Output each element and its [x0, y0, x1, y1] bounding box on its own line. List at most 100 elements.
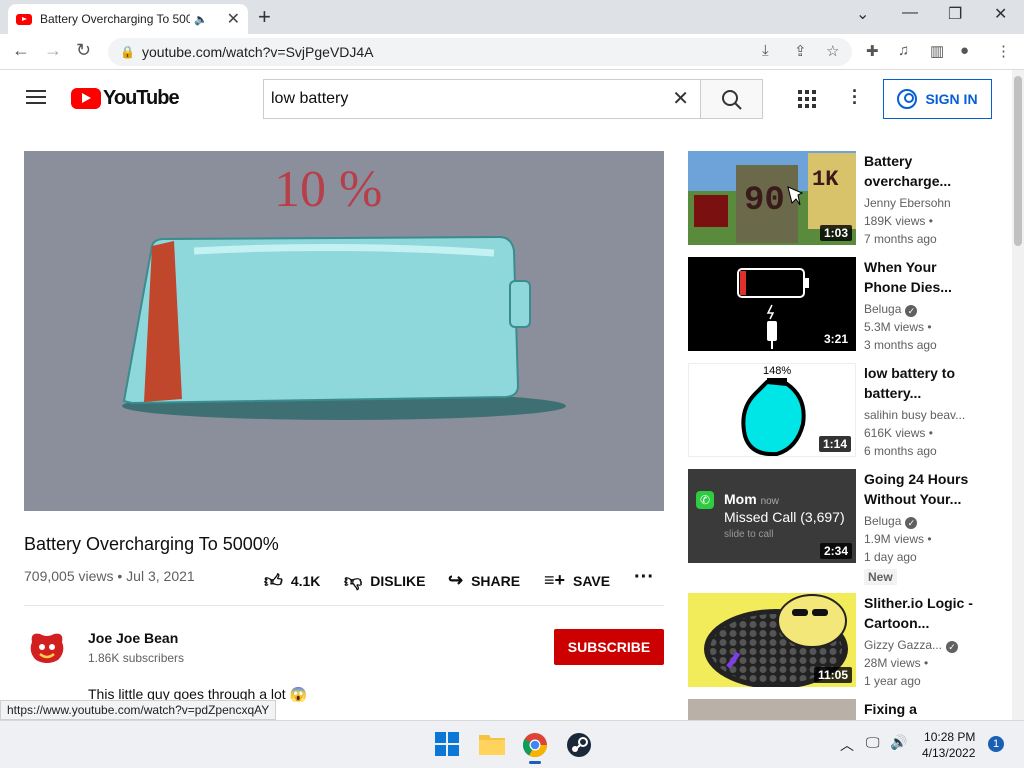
- related-channel[interactable]: Gizzy Gazza... ✓: [864, 638, 959, 653]
- file-explorer-icon[interactable]: [478, 731, 506, 759]
- channel-name-text: Beluga: [864, 514, 902, 528]
- related-age: 1 year ago: [864, 674, 921, 688]
- new-tab-button[interactable]: +: [258, 4, 271, 30]
- like-button[interactable]: 👍︎ 4.1K: [264, 570, 320, 592]
- related-views: 5.3M views •: [864, 320, 932, 334]
- related-channel[interactable]: Beluga ✓: [864, 514, 918, 529]
- channel-name[interactable]: Joe Joe Bean: [88, 630, 178, 646]
- related-title[interactable]: Going 24 Hours Without Your...: [864, 469, 974, 509]
- install-icon[interactable]: ⤓: [762, 42, 769, 59]
- like-count: 4.1K: [290, 573, 321, 589]
- forward-button[interactable]: →: [44, 40, 62, 61]
- show-hidden-icons-icon[interactable]: ︿: [840, 735, 854, 755]
- back-button[interactable]: ←: [12, 40, 30, 61]
- volume-icon[interactable]: 🔊: [890, 734, 907, 751]
- media-control-icon[interactable]: ♫: [898, 42, 909, 59]
- video-duration: 1:14: [818, 436, 851, 452]
- speaker-icon[interactable]: 🔈: [194, 13, 208, 26]
- youtube-logo[interactable]: YouTube: [71, 87, 180, 110]
- related-age: 3 months ago: [864, 338, 937, 352]
- video-title: Battery Overcharging To 5000%: [24, 534, 279, 554]
- minimize-button[interactable]: —: [902, 4, 918, 22]
- side-panel-icon[interactable]: ▥: [930, 42, 944, 60]
- video-thumbnail[interactable]: ✆ Mom now Missed Call (3,697) slide to c…: [688, 469, 856, 563]
- battery-illustration: 10 %: [122, 161, 566, 420]
- related-title[interactable]: Battery overcharge...: [864, 151, 974, 191]
- tab-search-icon[interactable]: ⌄: [856, 4, 869, 24]
- video-duration: 11:05: [813, 667, 852, 683]
- related-video[interactable]: 11:05 Slither.io Logic - Cartoon... Gizz…: [688, 593, 1008, 689]
- related-title[interactable]: When Your Phone Dies...: [864, 257, 974, 297]
- extensions-icon[interactable]: ✚: [866, 42, 879, 60]
- phone-app-icon: ✆: [696, 491, 714, 509]
- video-thumbnail[interactable]: [688, 699, 856, 720]
- close-tab-icon[interactable]: ✕: [227, 9, 240, 29]
- verified-check-icon: ✓: [946, 641, 959, 653]
- restore-button[interactable]: ❐: [948, 4, 962, 24]
- related-channel[interactable]: Beluga ✓: [864, 302, 918, 317]
- share-arrow-icon: ↪: [448, 570, 464, 590]
- search-button[interactable]: [700, 79, 763, 119]
- close-window-button[interactable]: ✕: [994, 4, 1007, 24]
- steam-icon[interactable]: [565, 731, 593, 759]
- new-badge: New: [864, 569, 897, 585]
- video-player[interactable]: 10 %: [24, 151, 664, 511]
- subscribe-button[interactable]: SUBSCRIBE: [554, 629, 664, 665]
- share-label: SHARE: [471, 572, 521, 589]
- related-title[interactable]: low battery to battery...: [864, 363, 974, 403]
- related-title[interactable]: Slither.io Logic - Cartoon...: [864, 593, 974, 633]
- address-bar[interactable]: 🔒 youtube.com/watch?v=SvjPgeVDJ4A: [108, 38, 852, 66]
- bookmark-star-icon[interactable]: ☆: [826, 42, 839, 60]
- settings-more-icon[interactable]: · · ·: [852, 82, 858, 112]
- share-button[interactable]: ↪ SHARE: [448, 570, 520, 591]
- apps-grid-icon[interactable]: [798, 90, 816, 108]
- chrome-taskbar-icon[interactable]: [521, 731, 549, 764]
- channel-name-text: Beluga: [864, 302, 902, 316]
- notification-badge[interactable]: 1: [988, 736, 1004, 752]
- related-video[interactable]: 90 1K 1:03 Battery overcharge... Jenny E…: [688, 151, 1008, 247]
- video-thumbnail[interactable]: 148% 1:14: [688, 363, 856, 457]
- video-thumbnail[interactable]: 11:05: [688, 593, 856, 687]
- video-thumbnail[interactable]: 90 1K 1:03: [688, 151, 856, 245]
- lock-icon[interactable]: 🔒: [120, 38, 135, 66]
- save-button[interactable]: ≡+ SAVE: [544, 570, 610, 591]
- network-icon[interactable]: 🖵: [866, 734, 880, 751]
- video-duration: 3:21: [819, 331, 852, 347]
- playlist-add-icon: ≡+: [544, 570, 566, 590]
- thumb-missed-call: Missed Call (3,697): [724, 509, 845, 525]
- clear-search-icon[interactable]: ✕: [672, 80, 689, 118]
- youtube-favicon-icon: [16, 13, 32, 25]
- more-actions-icon[interactable]: ···: [634, 566, 654, 589]
- browser-tab[interactable]: Battery Overcharging To 5000% 🔈 ✕: [8, 4, 248, 34]
- related-title[interactable]: Fixing a: [864, 699, 974, 719]
- dislike-button[interactable]: 👎︎ DISLIKE: [344, 570, 426, 592]
- search-input[interactable]: low battery ✕: [263, 79, 701, 119]
- scrollbar-thumb[interactable]: [1014, 76, 1022, 246]
- chrome-menu-icon[interactable]: ⋮: [996, 42, 1011, 60]
- related-views: 28M views •: [864, 656, 929, 670]
- hamburger-menu-icon[interactable]: [26, 90, 46, 104]
- related-channel[interactable]: Jenny Ebersohn: [864, 196, 951, 210]
- related-video[interactable]: ✆ Mom now Missed Call (3,697) slide to c…: [688, 469, 1008, 585]
- video-overlay-text: 10 %: [274, 161, 382, 218]
- channel-avatar[interactable]: [26, 628, 68, 670]
- related-views: 616K views •: [864, 426, 933, 440]
- related-video[interactable]: 148% 1:14 low battery to battery... sali…: [688, 363, 1008, 459]
- related-channel[interactable]: salihin busy beav...: [864, 408, 965, 422]
- related-video[interactable]: Fixing a: [688, 699, 1008, 720]
- reload-button[interactable]: ↻: [76, 40, 91, 61]
- verified-check-icon: ✓: [905, 517, 918, 529]
- page-scrollbar[interactable]: [1012, 70, 1024, 720]
- svg-text:1K: 1K: [812, 167, 839, 192]
- share-icon[interactable]: ⇪: [794, 42, 807, 60]
- related-video[interactable]: 3:21 When Your Phone Dies... Beluga ✓ 5.3…: [688, 257, 1008, 353]
- profile-icon[interactable]: ●: [960, 42, 969, 59]
- sign-in-button[interactable]: SIGN IN: [883, 79, 992, 119]
- related-age: 7 months ago: [864, 232, 937, 246]
- browser-toolbar: ← → ↻ 🔒 youtube.com/watch?v=SvjPgeVDJ4A …: [0, 34, 1024, 70]
- os-taskbar: ︿ 🖵 🔊 10:28 PM 4/13/2022 1: [0, 720, 1024, 768]
- url-text: youtube.com/watch?v=SvjPgeVDJ4A: [142, 44, 374, 60]
- system-clock[interactable]: 10:28 PM 4/13/2022: [922, 729, 975, 761]
- windows-start-icon[interactable]: [434, 731, 462, 759]
- video-thumbnail[interactable]: 3:21: [688, 257, 856, 351]
